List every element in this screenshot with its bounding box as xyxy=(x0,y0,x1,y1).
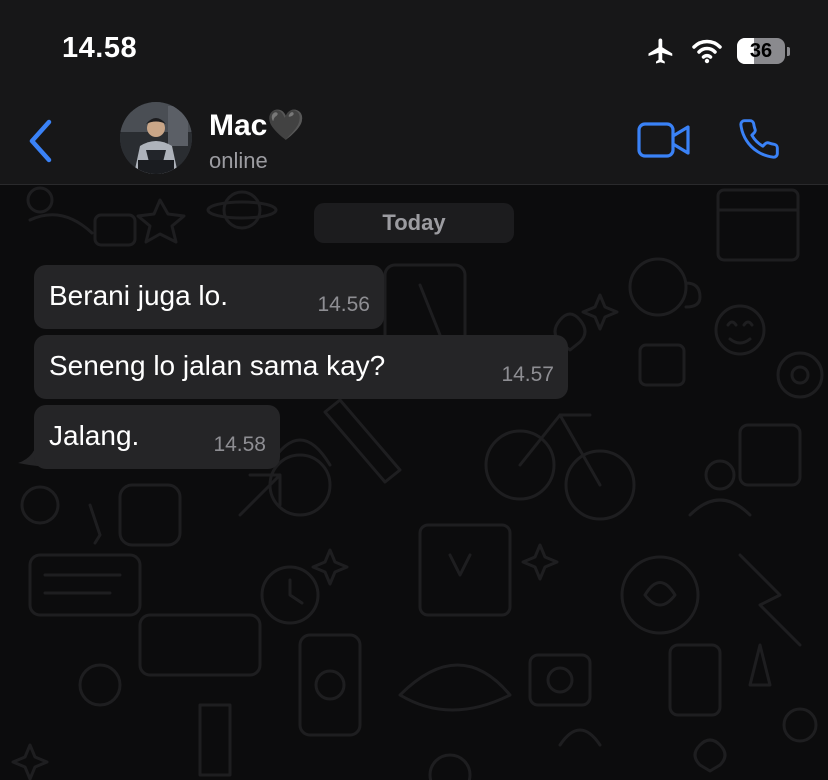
message-text: Berani juga lo. xyxy=(49,280,229,311)
battery-icon: 36 xyxy=(737,38,790,64)
status-time: 14.58 xyxy=(62,32,138,64)
chat-area[interactable]: Today Berani juga lo. 14.56 Seneng lo ja… xyxy=(0,185,828,780)
chat-header: Mac🖤 online xyxy=(0,96,828,185)
back-button[interactable] xyxy=(20,118,60,164)
avatar-image xyxy=(120,102,192,174)
date-separator: Today xyxy=(314,203,514,243)
message-text: Jalang. xyxy=(49,420,140,451)
message-time: 14.58 xyxy=(213,433,266,456)
message-bubble[interactable]: Jalang. 14.58 xyxy=(34,405,280,469)
message-bubble[interactable]: Berani juga lo. 14.56 xyxy=(34,265,384,329)
airplane-icon xyxy=(648,38,673,64)
wifi-icon xyxy=(692,39,722,64)
video-call-button[interactable] xyxy=(637,122,691,158)
message-text: Seneng lo jalan sama kay? xyxy=(49,350,386,381)
phone-call-icon xyxy=(739,119,779,159)
message-bubble[interactable]: Seneng lo jalan sama kay? 14.57 xyxy=(34,335,568,399)
message-time: 14.57 xyxy=(501,363,554,386)
message-time: 14.56 xyxy=(317,293,370,316)
status-bar: 14.58 36 xyxy=(0,0,828,96)
status-icons: 36 xyxy=(645,34,790,68)
back-chevron-icon xyxy=(29,119,52,163)
contact-name[interactable]: Mac🖤 xyxy=(209,108,305,143)
avatar[interactable] xyxy=(120,102,192,174)
video-call-icon xyxy=(637,122,690,158)
phone-call-button[interactable] xyxy=(737,117,781,161)
contact-status: online xyxy=(209,148,268,173)
battery-level: 36 xyxy=(749,39,773,62)
